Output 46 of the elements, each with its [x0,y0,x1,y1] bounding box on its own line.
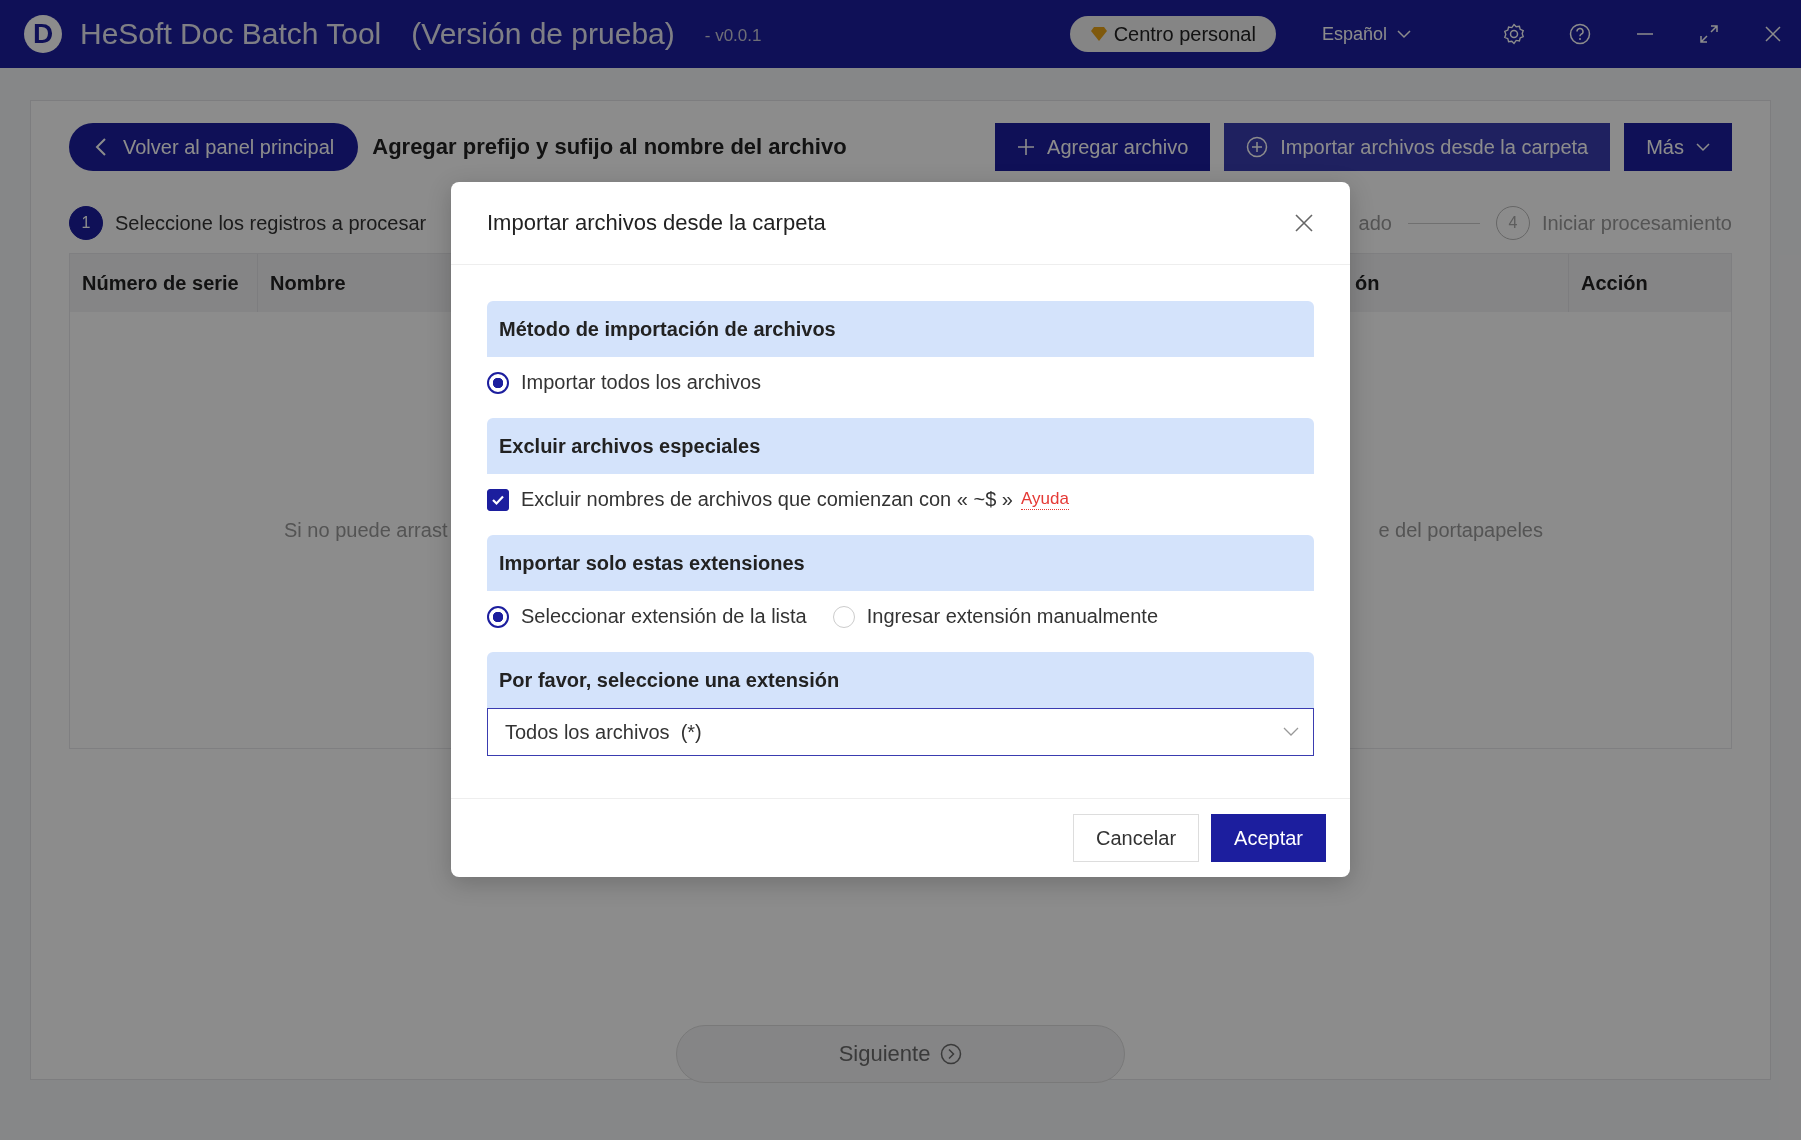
empty-hint: e del portapapeles [1378,518,1543,542]
checkbox-option[interactable]: Excluir nombres de archivos que comienzan con « ~$ » Ayuda [487,488,1069,511]
help-link[interactable]: Ayuda [1020,489,1069,510]
diamond-icon [1089,26,1108,42]
dialog-button[interactable]: Cancelar [1073,814,1200,862]
step-number: 1 [69,206,103,240]
section-header: Método de importación de archivos [487,301,1314,357]
toolbar-button[interactable]: Más [1624,123,1732,171]
version-label: - v0.0.1 [704,26,762,46]
language-select[interactable]: Español [1315,22,1417,46]
account-button[interactable]: Centro personal [1069,16,1276,52]
arrow-right-circle-icon [940,1043,963,1065]
settings-icon[interactable] [1503,23,1525,45]
chevron-down-icon [1283,727,1299,737]
app-logo: D [24,15,62,53]
radio-button[interactable] [487,371,509,394]
back-button[interactable]: Volver al panel principal [69,123,359,171]
close-icon[interactable] [1294,213,1314,233]
chevron-left-icon [95,138,107,156]
toolbar-button[interactable]: Agregar archivo [995,123,1211,171]
extension-select[interactable]: Todos los archivos (*) [487,708,1314,756]
step-label: Iniciar procesamiento [1541,211,1732,235]
edition-label: (Versión de prueba) [411,17,675,51]
radio-button[interactable] [487,605,509,628]
maximize-icon[interactable] [1699,24,1719,44]
chevron-down-icon [1397,29,1411,39]
empty-hint: Si no puede arrast [284,518,448,542]
section-header: Excluir archivos especiales [487,418,1314,474]
page-title: Agregar prefijo y sufijo al nombre del archivo [372,134,847,160]
toolbar-button[interactable]: Importar archivos desde la carpeta [1224,123,1611,171]
section-header: Por favor, seleccione una extensión [487,652,1314,708]
option-label: Excluir nombres de archivos que comienzan con « ~$ » [521,488,1013,511]
plus-circle-icon [1246,136,1269,158]
app-name: HeSoft Doc Batch Tool [80,17,382,51]
step-label: ado [1358,211,1392,235]
column-header: Acción [1580,270,1649,296]
help-icon[interactable] [1569,23,1591,45]
close-icon[interactable] [1763,24,1783,44]
column-header: Número de serie [70,254,258,312]
section-header: Importar solo estas extensiones [487,535,1314,591]
dialog-button[interactable]: Aceptar [1211,814,1326,862]
chevron-down-icon [1696,142,1710,152]
checkbox[interactable] [487,488,509,511]
step-label: Seleccione los registros a procesar [115,211,427,235]
plus-icon [1017,138,1036,156]
dialog-title: Importar archivos desde la carpeta [487,210,826,236]
